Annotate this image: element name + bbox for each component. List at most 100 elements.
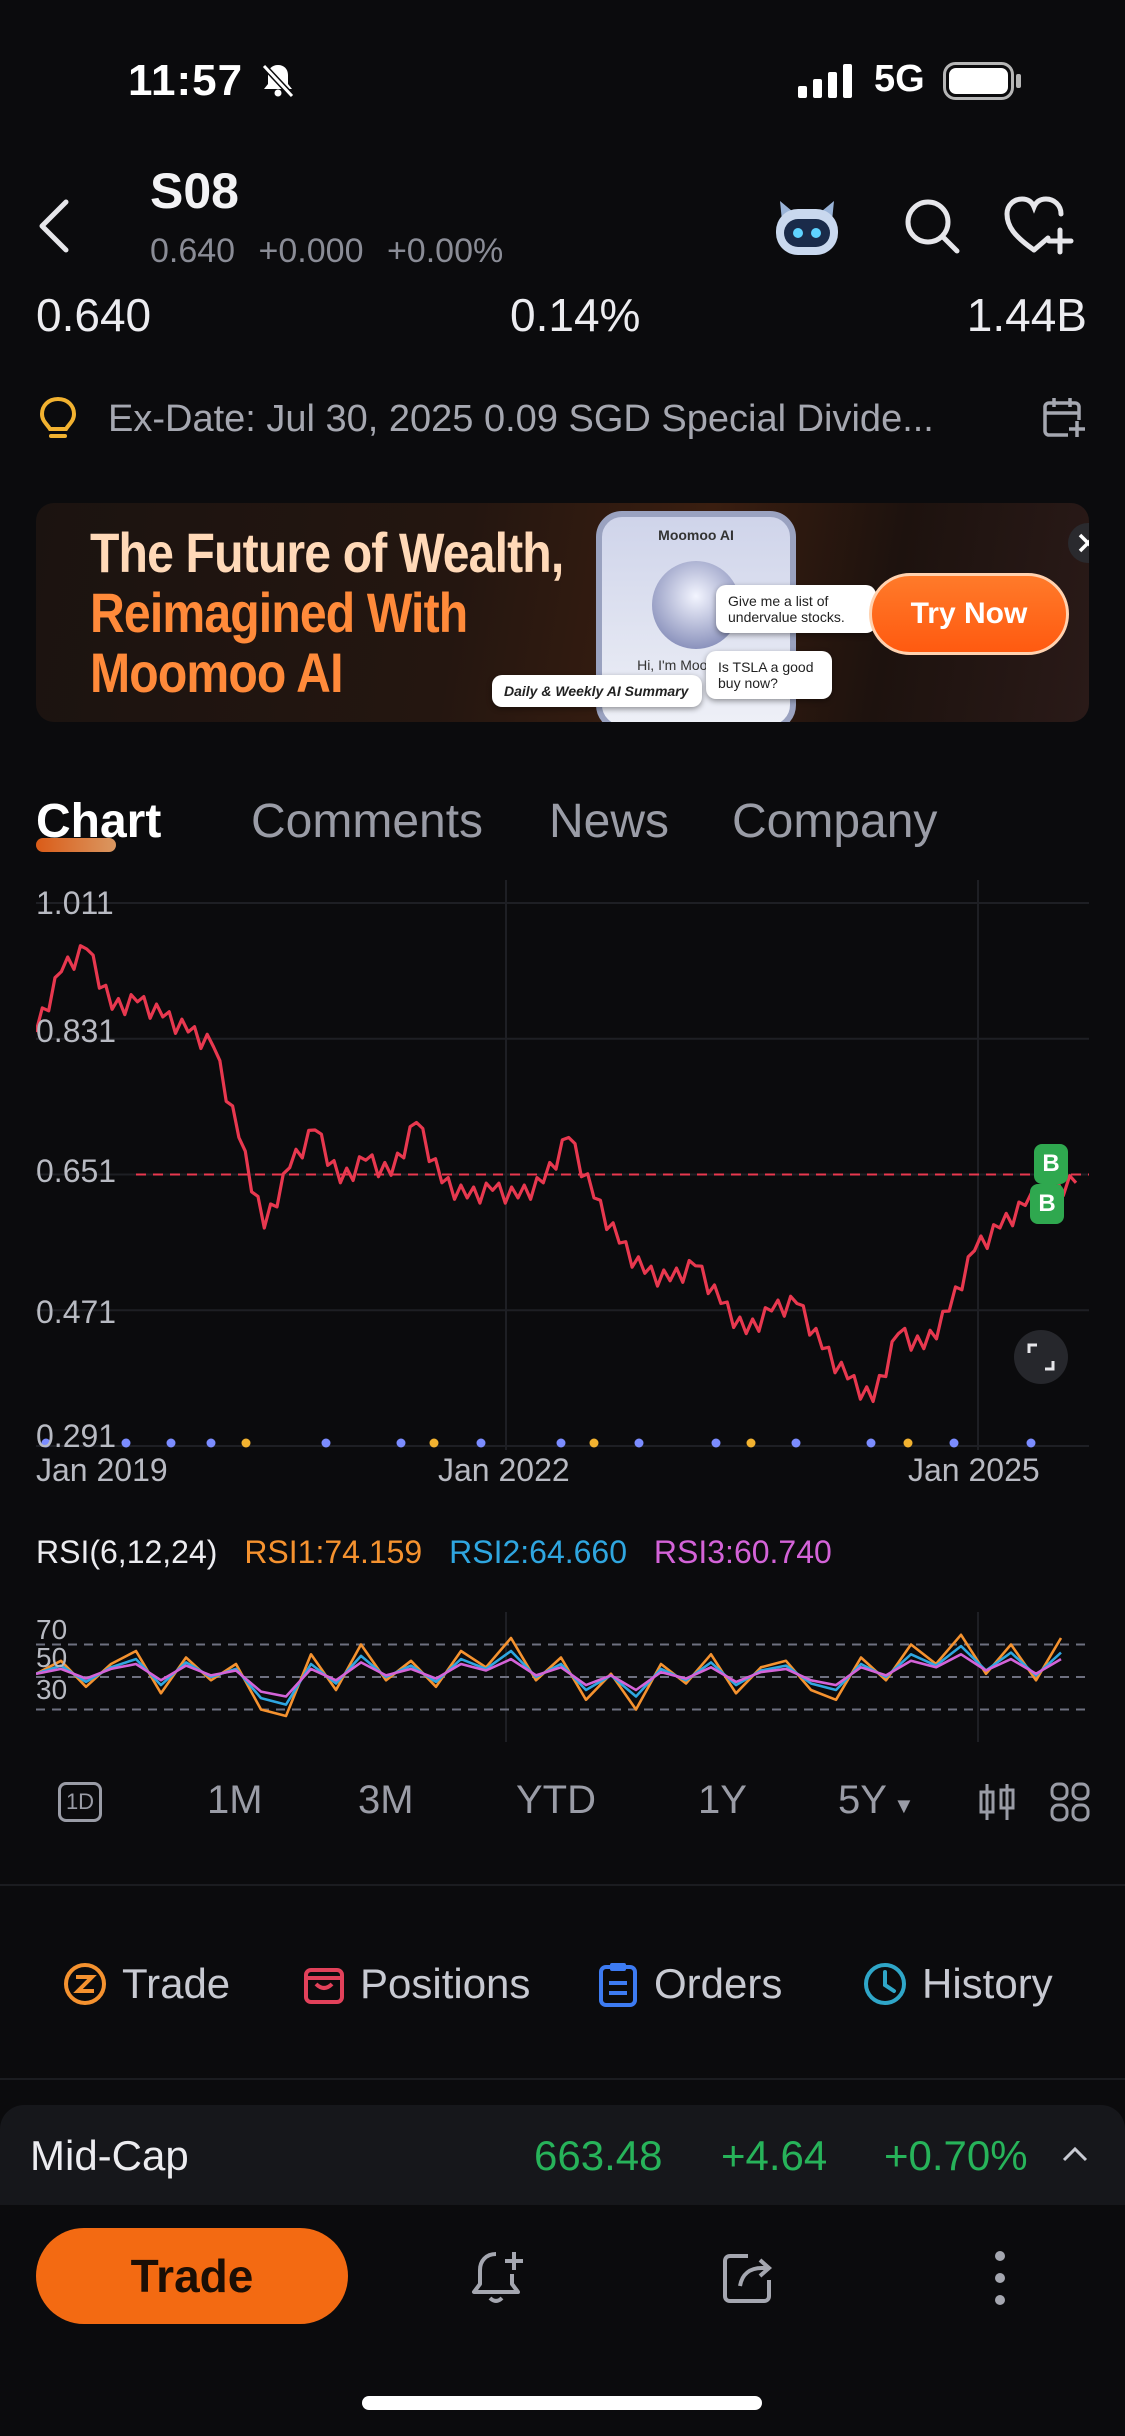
banner-bubble: Daily & Weekly AI Summary <box>492 675 702 707</box>
period-1d[interactable]: 1D <box>58 1782 102 1822</box>
stat-market-cap: 1.44B <box>966 289 1087 341</box>
history-icon <box>864 1963 906 2005</box>
ai-robot-icon[interactable] <box>770 195 844 264</box>
status-time: 11:57 <box>128 56 244 105</box>
network-type: 5G <box>874 58 925 100</box>
tab-comments[interactable]: Comments <box>251 794 483 849</box>
event-dot <box>429 1438 439 1448</box>
banner-headline: The Future of Wealth, Reimagined With Mo… <box>90 521 564 704</box>
rsi-y-tick: 50 <box>36 1642 68 1673</box>
banner-bubble: Give me a list of undervalue stocks. <box>716 585 876 633</box>
y-tick-label: 0.651 <box>36 1153 117 1189</box>
event-dot <box>791 1438 801 1448</box>
rsi-chart[interactable] <box>36 1612 1089 1742</box>
orders-icon <box>599 1963 637 2007</box>
action-history[interactable]: History <box>862 1960 1053 2008</box>
promo-banner[interactable]: The Future of Wealth, Reimagined With Mo… <box>36 503 1089 722</box>
period-3m[interactable]: 3M <box>358 1778 414 1823</box>
event-dot <box>121 1438 131 1448</box>
share-icon[interactable] <box>718 2248 778 2313</box>
rsi-title: RSI(6,12,24) <box>36 1534 218 1570</box>
event-dot <box>746 1438 756 1448</box>
event-dot <box>866 1438 876 1448</box>
x-tick-label: Jan 2025 <box>908 1452 1040 1488</box>
stat-turnover: 0.14% <box>510 289 641 341</box>
event-dot <box>589 1438 599 1448</box>
search-icon[interactable] <box>902 196 962 261</box>
bell-off-icon <box>258 60 298 105</box>
action-orders[interactable]: Orders <box>596 1960 782 2008</box>
x-tick-label: Jan 2019 <box>36 1452 168 1488</box>
trade-button[interactable]: Trade <box>36 2228 348 2324</box>
event-dot <box>166 1438 176 1448</box>
period-ytd[interactable]: YTD <box>516 1778 596 1823</box>
tab-company[interactable]: Company <box>732 794 937 849</box>
ex-date-notice[interactable]: Ex-Date: Jul 30, 2025 0.09 SGD Special D… <box>108 398 1008 441</box>
tab-news[interactable]: News <box>549 794 669 849</box>
divider <box>0 2078 1125 2080</box>
period-1m[interactable]: 1M <box>207 1778 263 1823</box>
index-change: +4.64 <box>721 2132 828 2179</box>
y-tick-label: 0.831 <box>36 1013 117 1049</box>
sub-quote: 0.640 +0.000 +0.00% <box>150 232 517 271</box>
event-dot <box>903 1438 913 1448</box>
rsi2-label: RSI2:64.660 <box>449 1534 628 1570</box>
event-dot <box>476 1438 486 1448</box>
buy-marker[interactable]: B <box>1034 1144 1068 1184</box>
calendar-add-icon[interactable] <box>1042 396 1086 445</box>
y-tick-label: 1.011 <box>36 885 114 921</box>
price-chart[interactable] <box>36 880 1089 1450</box>
caret-down-icon: ▼ <box>892 1793 915 1818</box>
sub-change-pct: +0.00% <box>386 232 504 270</box>
event-dot <box>241 1438 251 1448</box>
stock-ticker: S08 <box>150 163 239 219</box>
positions-icon <box>304 1968 344 2004</box>
rsi-legend: RSI(6,12,24) RSI1:74.159 RSI2:64.660 RSI… <box>36 1534 850 1571</box>
event-dot <box>206 1438 216 1448</box>
event-dot <box>634 1438 644 1448</box>
candlestick-icon[interactable] <box>978 1782 1016 1827</box>
divider <box>0 1884 1125 1886</box>
index-change-pct: +0.70% <box>884 2132 1028 2179</box>
alert-add-icon[interactable] <box>468 2248 528 2313</box>
chevron-up-icon[interactable] <box>1062 2146 1088 2167</box>
grid-icon[interactable] <box>1050 1782 1090 1827</box>
buy-marker[interactable]: B <box>1030 1184 1064 1224</box>
fullscreen-icon[interactable] <box>1014 1330 1068 1384</box>
event-dot <box>321 1438 331 1448</box>
sub-price: 0.640 <box>150 232 236 270</box>
more-icon[interactable] <box>992 2250 1008 2311</box>
rsi-y-tick: 30 <box>36 1674 68 1705</box>
action-trade[interactable]: Trade <box>62 1960 230 2008</box>
signal-icon <box>798 64 856 103</box>
event-dot <box>1026 1438 1036 1448</box>
event-dot <box>711 1438 721 1448</box>
rsi3-label: RSI3:60.740 <box>653 1534 832 1570</box>
trade-icon <box>64 1963 106 2005</box>
y-tick-label: 0.291 <box>36 1418 117 1454</box>
y-tick-label: 0.471 <box>36 1294 117 1330</box>
battery-icon <box>943 62 1023 105</box>
try-now-button[interactable]: Try Now <box>869 573 1069 655</box>
home-indicator <box>362 2396 762 2410</box>
rsi-line-rsi2 <box>36 1644 1062 1706</box>
banner-bubble: Is TSLA a good buy now? <box>706 651 832 699</box>
back-icon[interactable] <box>34 196 74 261</box>
add-watchlist-icon[interactable] <box>1004 196 1076 261</box>
rsi-line-rsi1 <box>36 1633 1063 1718</box>
rsi1-label: RSI1:74.159 <box>244 1534 423 1570</box>
event-dot <box>396 1438 406 1448</box>
tab-chart[interactable]: Chart <box>36 794 161 849</box>
x-tick-label: Jan 2022 <box>438 1452 570 1488</box>
event-dot <box>556 1438 566 1448</box>
index-name: Mid-Cap <box>30 2132 189 2179</box>
stat-price: 0.640 <box>36 289 152 341</box>
sub-change: +0.000 <box>258 232 364 270</box>
event-dot <box>949 1438 959 1448</box>
close-icon[interactable] <box>1068 523 1089 563</box>
index-value: 663.48 <box>534 2132 663 2179</box>
action-positions[interactable]: Positions <box>302 1960 530 2008</box>
lightbulb-icon <box>38 396 78 447</box>
period-5y[interactable]: 5Y ▼ <box>838 1778 915 1823</box>
period-1y[interactable]: 1Y <box>698 1778 747 1823</box>
